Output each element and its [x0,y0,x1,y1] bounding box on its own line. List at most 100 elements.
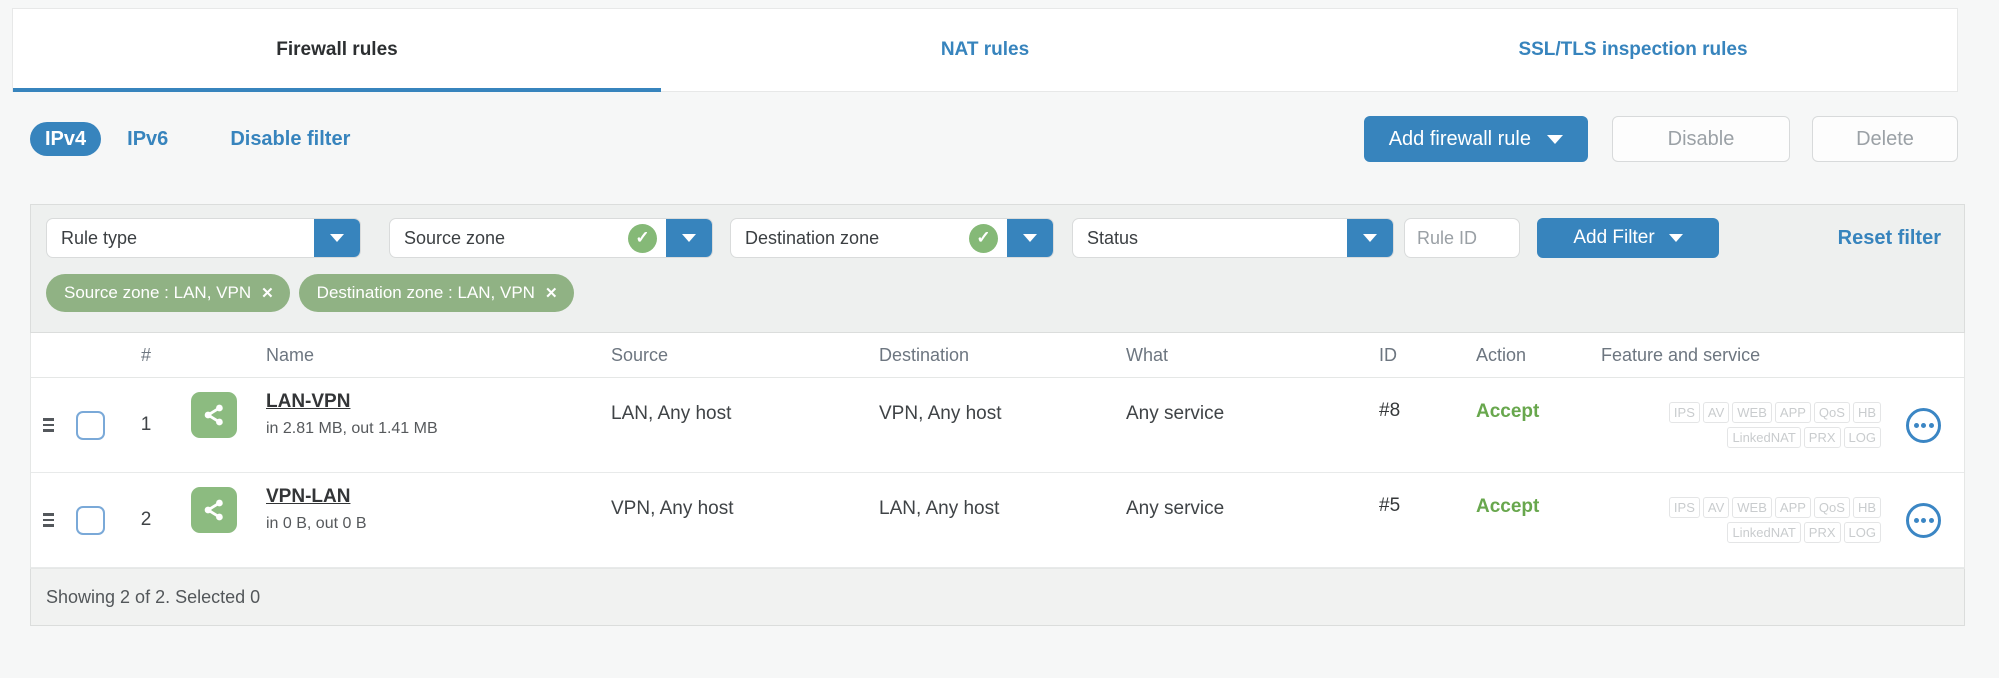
feature-badge: LinkedNAT [1727,427,1801,448]
source-zone-dropdown[interactable]: Source zone [389,218,713,258]
rule-what: Any service [1126,403,1225,424]
feature-badges: IPS AV WEB APP QoS HB LinkedNAT PRX LOG [1636,497,1881,543]
destination-zone-dropdown-button[interactable] [1007,219,1053,257]
status-dropdown[interactable]: Status [1072,218,1394,258]
feature-badge: APP [1774,402,1811,423]
disable-button[interactable]: Disable [1612,116,1790,162]
rule-destination: VPN, Any host [879,403,1002,424]
tab-firewall-rules[interactable]: Firewall rules [13,9,661,92]
row-number: 2 [140,509,152,530]
feature-badge: PRX [1803,522,1841,543]
feature-badge: WEB [1732,497,1772,518]
filter-chip-destination-zone: Destination zone : LAN, VPN [298,274,574,312]
rule-name-link[interactable]: LAN-VPN [266,391,350,413]
status-dropdown-button[interactable] [1347,219,1393,257]
rule-type-dropdown-label: Rule type [61,227,138,248]
status-dropdown-label: Status [1087,227,1139,248]
source-zone-dropdown-label: Source zone [404,227,506,248]
rule-id: #5 [1379,495,1401,516]
chevron-down-icon [682,234,696,242]
tab-ssl-tls-inspection-rules[interactable]: SSL/TLS inspection rules [1309,9,1957,91]
column-header-what: What [1126,344,1169,365]
chevron-down-icon [1363,234,1377,242]
feature-badge: LinkedNAT [1727,522,1801,543]
filter-chip-label: Destination zone : LAN, VPN [316,283,535,302]
row-actions-menu-icon[interactable] [1906,502,1941,538]
chevron-down-icon [330,234,344,242]
row-checkbox[interactable] [76,410,105,440]
ipv6-toggle[interactable]: IPv6 [127,128,168,151]
column-header-destination: Destination [879,344,970,365]
rule-what: Any service [1126,498,1225,519]
add-filter-button[interactable]: Add Filter [1537,218,1719,258]
disable-filter-link[interactable]: Disable filter [230,128,350,151]
feature-badge: QoS [1813,402,1850,423]
rule-name-cell: VPN-LAN in 0 B, out 0 B [251,473,591,533]
feature-badges: IPS AV WEB APP QoS HB LinkedNAT PRX LOG [1636,402,1881,448]
rule-source: VPN, Any host [611,498,734,519]
reset-filter-link[interactable]: Reset filter [1838,227,1941,250]
column-header-name: Name [266,344,315,365]
destination-zone-dropdown[interactable]: Destination zone [730,218,1054,258]
main-content: Rule type Source zone Destination zone [30,204,1965,626]
table-header-row: # Name Source Destination What ID Action… [31,333,1964,378]
feature-badge: AV [1702,402,1730,423]
rule-name-cell: LAN-VPN in 2.81 MB, out 1.41 MB [251,378,591,438]
filter-chip-source-zone: Source zone : LAN, VPN [46,274,290,312]
zone-to-zone-share-icon [190,487,237,533]
feature-badge: LOG [1843,427,1881,448]
filter-row: Rule type Source zone Destination zone [46,218,1949,258]
rule-traffic-stats: in 0 B, out 0 B [266,515,367,532]
add-filter-label: Add Filter [1573,227,1655,248]
rule-type-dropdown[interactable]: Rule type [46,218,361,258]
feature-badge: IPS [1668,497,1700,518]
rule-action: Accept [1476,496,1540,517]
chevron-down-icon [1668,234,1683,242]
add-firewall-rule-label: Add firewall rule [1388,127,1531,150]
destination-zone-dropdown-label: Destination zone [745,227,880,248]
add-firewall-rule-button[interactable]: Add firewall rule [1363,116,1588,162]
row-actions-menu-icon[interactable] [1906,407,1941,443]
drag-handle-icon[interactable] [43,418,54,432]
table-row: 2 VPN-LAN in 0 B, out 0 B VPN, Any host … [31,473,1964,568]
delete-button[interactable]: Delete [1812,116,1958,162]
rules-tabbar: Firewall rules NAT rules SSL/TLS inspect… [12,8,1958,92]
feature-badge: IPS [1668,402,1700,423]
row-checkbox[interactable] [76,505,105,535]
rule-traffic-stats: in 2.81 MB, out 1.41 MB [266,420,438,437]
tab-nat-rules[interactable]: NAT rules [661,9,1309,91]
source-zone-dropdown-button[interactable] [666,219,712,257]
column-header-source: Source [611,344,669,365]
firewall-rules-table: # Name Source Destination What ID Action… [30,333,1965,569]
rule-id: #8 [1379,400,1401,421]
chevron-down-icon [1547,134,1563,144]
feature-badge: WEB [1732,402,1772,423]
ipv4-toggle[interactable]: IPv4 [30,122,102,156]
filter-applied-check-icon [628,223,657,253]
feature-badge: HB [1852,402,1881,423]
column-header-action: Action [1476,344,1527,365]
rule-source: LAN, Any host [611,403,732,424]
feature-service-cell: IPS AV WEB APP QoS HB LinkedNAT PRX LOG [1581,497,1881,543]
toolbar: IPv4 IPv6 Disable filter Add firewall ru… [30,116,1958,162]
feature-badge: LOG [1843,522,1881,543]
remove-filter-icon[interactable] [545,284,558,302]
active-filter-chips: Source zone : LAN, VPN Destination zone … [46,274,1949,312]
feature-badge: PRX [1803,427,1841,448]
rule-action: Accept [1476,401,1540,422]
feature-badge: QoS [1813,497,1850,518]
row-number: 1 [140,414,152,435]
remove-filter-icon[interactable] [261,284,274,302]
rule-name-link[interactable]: VPN-LAN [266,486,350,508]
zone-to-zone-share-icon [190,392,237,438]
drag-handle-icon[interactable] [43,513,54,527]
feature-badge: APP [1774,497,1811,518]
rule-id-input[interactable] [1404,218,1520,258]
feature-badge: AV [1702,497,1730,518]
feature-service-cell: IPS AV WEB APP QoS HB LinkedNAT PRX LOG [1581,402,1881,448]
rule-type-dropdown-button[interactable] [314,219,360,257]
column-header-number: # [140,344,151,365]
table-row: 1 LAN-VPN in 2.81 MB, out 1.41 MB LAN, A… [31,378,1964,473]
showing-selected-status: Showing 2 of 2. Selected 0 [46,586,261,607]
filter-applied-check-icon [969,223,998,253]
